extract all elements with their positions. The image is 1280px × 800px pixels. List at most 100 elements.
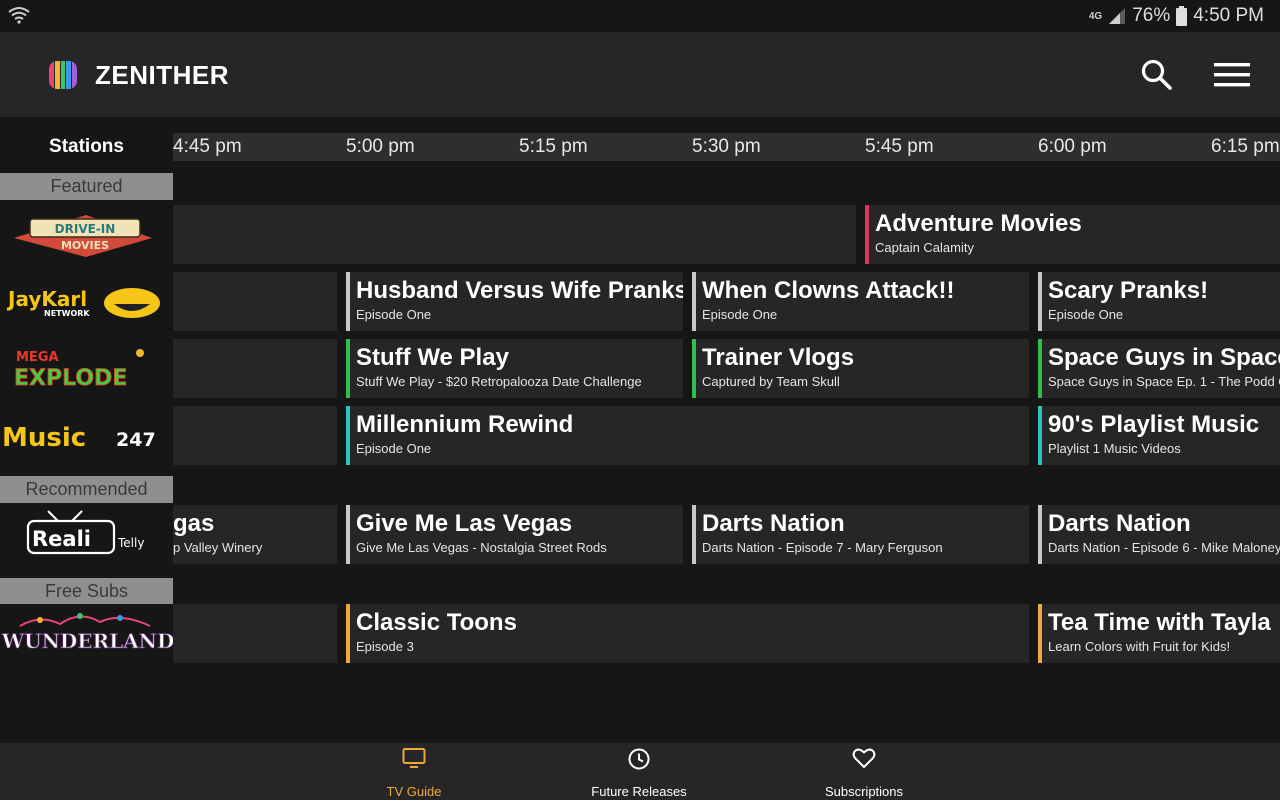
program-cell[interactable]: Darts Nation Darts Nation - Episode 6 - … — [1038, 505, 1280, 564]
tv-icon — [402, 748, 426, 768]
time-bar: 4:45 pm 5:00 pm 5:15 pm 5:30 pm 5:45 pm … — [173, 133, 1280, 161]
tv-guide[interactable]: Stations 4:45 pm 5:00 pm 5:15 pm 5:30 pm… — [0, 117, 1280, 743]
program-accent-bar — [346, 406, 350, 465]
program-cell[interactable]: Adventure Movies Captain Calamity — [865, 205, 1280, 264]
program-accent-bar — [1038, 604, 1042, 663]
bottom-nav: TV Guide Future Releases Subscriptions — [0, 743, 1280, 800]
program-title: Tea Time with Tayla — [1048, 609, 1271, 636]
station-logo-jaykarl[interactable]: JayKarl NETWORK — [0, 272, 173, 331]
program-cell[interactable] — [173, 339, 337, 398]
time-label: 6:15 pm — [1211, 136, 1280, 157]
program-subtitle: Learn Colors with Fruit for Kids! — [1048, 639, 1231, 654]
program-title: Darts Nation — [1048, 510, 1191, 537]
program-cell[interactable]: Stuff We Play Stuff We Play - $20 Retrop… — [346, 339, 683, 398]
svg-text:EXPLODE: EXPLODE — [14, 366, 127, 391]
program-title: Husband Versus Wife Pranks — [356, 277, 683, 304]
program-accent-bar — [865, 205, 869, 264]
time-label: 5:00 pm — [346, 136, 415, 157]
time-label: 4:45 pm — [173, 136, 242, 157]
program-subtitle: Captured by Team Skull — [702, 374, 840, 389]
station-logo-music247[interactable]: Music 247 — [0, 406, 173, 465]
program-title: Give Me Las Vegas — [356, 510, 573, 537]
app-logo-icon — [49, 61, 77, 89]
station-logo-drive-in-movies[interactable]: DRIVE-IN MOVIES — [0, 205, 173, 264]
svg-text:Reali: Reali — [32, 527, 91, 551]
app-title: ZENITHER — [95, 60, 229, 90]
program-subtitle: Episode One — [356, 307, 432, 322]
program-subtitle: Playlist 1 Music Videos — [1048, 441, 1181, 456]
time-label: 5:15 pm — [519, 136, 588, 157]
program-cell[interactable]: Classic Toons Episode 3 — [346, 604, 1029, 663]
battery-icon — [1176, 6, 1188, 26]
program-title: Adventure Movies — [875, 210, 1082, 237]
program-subtitle: p Valley Winery — [173, 540, 263, 555]
program-cell[interactable]: Trainer Vlogs Captured by Team Skull — [692, 339, 1029, 398]
station-logo-mega-explode[interactable]: MEGA EXPLODE — [0, 339, 173, 398]
mega-explode-logo: MEGA EXPLODE — [14, 349, 144, 391]
program-accent-bar — [346, 505, 350, 564]
program-subtitle: Captain Calamity — [875, 240, 974, 255]
program-subtitle: Give Me Las Vegas - Nostalgia Street Rod… — [356, 540, 607, 555]
program-title: Trainer Vlogs — [702, 344, 855, 371]
program-title: Classic Toons — [356, 609, 517, 636]
program-cell[interactable] — [173, 272, 337, 331]
time-label: 5:30 pm — [692, 136, 761, 157]
program-subtitle: Episode One — [702, 307, 778, 322]
clock-icon — [628, 748, 650, 770]
program-title: Darts Nation — [702, 510, 845, 537]
program-cell[interactable]: Darts Nation Darts Nation - Episode 7 - … — [692, 505, 1029, 564]
program-cell[interactable]: Space Guys in Space Space Guys in Space … — [1038, 339, 1280, 398]
program-subtitle: Episode One — [356, 441, 432, 456]
status-bar: 4G 76% 4:50 PM — [0, 0, 1280, 32]
program-cell[interactable]: 90's Playlist Music Playlist 1 Music Vid… — [1038, 406, 1280, 465]
program-row: Adventure Movies Captain Calamity — [173, 205, 1280, 264]
station-logo-wunderland[interactable]: WUNDERLAND — [0, 604, 173, 663]
time-label: 6:00 pm — [1038, 136, 1107, 157]
svg-text:JayKarl: JayKarl — [6, 287, 87, 311]
heart-icon — [852, 748, 876, 768]
svg-text:NETWORK: NETWORK — [44, 309, 90, 318]
program-accent-bar — [1038, 505, 1042, 564]
svg-text:MOVIES: MOVIES — [61, 239, 109, 252]
program-subtitle: Episode One — [1048, 307, 1124, 322]
program-accent-bar — [692, 272, 696, 331]
program-accent-bar — [346, 604, 350, 663]
program-subtitle: Stuff We Play - $20 Retropalooza Date Ch… — [356, 374, 642, 389]
section-featured: Featured — [0, 173, 173, 200]
svg-text:247: 247 — [116, 429, 156, 451]
section-free-subs: Free Subs — [0, 578, 173, 605]
tab-future-releases[interactable]: Future Releases — [559, 743, 719, 800]
svg-text:DRIVE-IN: DRIVE-IN — [55, 222, 116, 236]
program-cell[interactable]: Tea Time with Tayla Learn Colors with Fr… — [1038, 604, 1280, 663]
program-row: Millennium Rewind Episode One 90's Playl… — [173, 406, 1280, 465]
stations-header: Stations — [49, 136, 124, 157]
tab-subscriptions[interactable]: Subscriptions — [784, 743, 944, 800]
tab-tv-guide[interactable]: TV Guide — [334, 743, 494, 800]
program-cell[interactable]: Millennium Rewind Episode One — [346, 406, 1029, 465]
program-subtitle: Episode 3 — [356, 639, 414, 654]
station-logo-reali-telly[interactable]: Reali Telly — [0, 505, 173, 564]
search-icon[interactable] — [1140, 58, 1174, 92]
program-cell[interactable]: Scary Pranks! Episode One — [1038, 272, 1280, 331]
program-row: Stuff We Play Stuff We Play - $20 Retrop… — [173, 339, 1280, 398]
program-accent-bar — [1038, 406, 1042, 465]
program-cell[interactable]: Husband Versus Wife Pranks Episode One — [346, 272, 683, 331]
program-title: 90's Playlist Music — [1048, 411, 1260, 438]
program-title: Scary Pranks! — [1048, 277, 1209, 304]
drive-in-movies-logo: DRIVE-IN MOVIES — [14, 215, 152, 257]
program-cell[interactable] — [173, 205, 856, 264]
program-title: gas — [173, 510, 215, 537]
tab-label: Subscriptions — [824, 784, 904, 799]
program-cell[interactable]: gas p Valley Winery — [173, 505, 337, 564]
menu-icon[interactable] — [1212, 60, 1252, 90]
svg-text:MEGA: MEGA — [16, 350, 59, 365]
reali-telly-logo: Reali Telly — [26, 510, 144, 555]
program-subtitle: Space Guys in Space Ep. 1 - The Podd Co — [1048, 374, 1280, 389]
program-cell[interactable]: When Clowns Attack!! Episode One — [692, 272, 1029, 331]
program-accent-bar — [692, 505, 696, 564]
program-cell[interactable]: Give Me Las Vegas Give Me Las Vegas - No… — [346, 505, 683, 564]
music247-logo: Music 247 — [2, 423, 156, 453]
program-cell[interactable] — [173, 604, 337, 663]
battery-percent: 76% — [1132, 5, 1171, 26]
program-cell[interactable] — [173, 406, 337, 465]
